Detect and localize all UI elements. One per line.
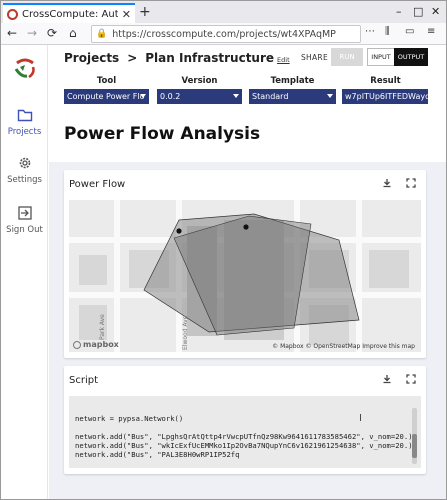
code-line: network.add("Bus", "PAL3E8H0wRP1IP52fq bbox=[75, 450, 240, 459]
result-select[interactable]: w7pITUp6ITFEDWayq bbox=[342, 89, 428, 104]
reload-icon[interactable]: ⟳ bbox=[47, 26, 57, 40]
crosscompute-favicon bbox=[7, 8, 18, 20]
new-tab-icon[interactable]: + bbox=[139, 4, 151, 20]
template-select-value: Standard bbox=[252, 92, 289, 101]
share-button[interactable]: SHARE bbox=[301, 53, 328, 62]
scrollbar-thumb[interactable] bbox=[412, 434, 417, 458]
fullscreen-icon[interactable] bbox=[406, 374, 416, 384]
sidebar: Projects Settings Sign Out bbox=[1, 45, 48, 499]
close-window-icon[interactable]: ✕ bbox=[431, 5, 440, 18]
tab-close-icon[interactable]: ✕ bbox=[122, 8, 131, 21]
page-title: Power Flow Analysis bbox=[64, 124, 261, 144]
edit-link[interactable]: Edit bbox=[277, 56, 290, 64]
forward-icon[interactable]: → bbox=[27, 26, 37, 40]
sidebar-item-settings[interactable]: Settings bbox=[1, 155, 48, 185]
mapbox-logo-text: mapbox bbox=[83, 340, 119, 349]
scrollbar[interactable] bbox=[412, 408, 417, 464]
download-icon[interactable] bbox=[382, 374, 392, 384]
text-cursor-icon: I bbox=[359, 413, 362, 424]
sidebar-toggle-icon[interactable]: ▭ bbox=[405, 26, 414, 37]
menu-icon[interactable]: ≡ bbox=[427, 26, 435, 37]
version-select-value: 0.0.2 bbox=[160, 92, 181, 101]
nav-bar: ← → ⟳ ⌂ 🔒 https://crosscompute.com/proje… bbox=[1, 23, 446, 45]
version-label: Version bbox=[181, 76, 218, 86]
chevron-down-icon bbox=[327, 94, 333, 98]
output-button[interactable]: OUTPUT bbox=[394, 48, 428, 66]
tool-select-value: Compute Power Flo bbox=[67, 92, 145, 101]
breadcrumb-projects[interactable]: Projects bbox=[64, 51, 119, 65]
result-select-value: w7pITUp6ITFEDWayq bbox=[345, 92, 428, 101]
sidebar-item-label: Settings bbox=[7, 175, 42, 185]
main-content: Projects > Plan Infrastructure Edit SHARE R… bbox=[49, 45, 446, 499]
sidebar-item-label: Projects bbox=[7, 127, 42, 137]
download-icon[interactable] bbox=[382, 178, 392, 188]
tool-label: Tool bbox=[96, 76, 117, 86]
sidebar-item-projects[interactable]: Projects bbox=[1, 107, 48, 137]
page-header: Projects > Plan Infrastructure Edit SHARE R… bbox=[49, 45, 446, 162]
code-line: network.add("Bus", "LpghsQrAtQttp4rVwcpU… bbox=[75, 432, 413, 441]
more-icon[interactable]: ⋯ bbox=[365, 26, 375, 37]
breadcrumb-current: Plan Infrastructure bbox=[145, 51, 275, 65]
code-line: network.add("Bus", "wkIcExfUcEMMko1Ip2Ov… bbox=[75, 441, 413, 450]
power-flow-map[interactable]: Park Ave Elwood Ave mapbox © Mapbox © Op… bbox=[69, 200, 421, 352]
address-bar[interactable]: 🔒 https://crosscompute.com/projects/wt4X… bbox=[91, 25, 361, 43]
sidebar-item-label: Sign Out bbox=[6, 225, 43, 235]
back-icon[interactable]: ← bbox=[7, 26, 17, 40]
gear-icon bbox=[19, 157, 30, 169]
template-label: Template bbox=[270, 76, 315, 86]
code-line: network = pypsa.Network() bbox=[75, 414, 184, 423]
input-button[interactable]: INPUT bbox=[367, 48, 395, 66]
chevron-down-icon bbox=[140, 94, 146, 98]
script-card: Script network = pypsa.Network() network… bbox=[64, 366, 426, 474]
tool-select[interactable]: Compute Power Flo bbox=[64, 89, 149, 104]
card-title: Power Flow bbox=[69, 179, 126, 190]
tab-bar: CrossCompute: Automat ✕ + – □ ✕ bbox=[1, 1, 446, 23]
browser-window: CrossCompute: Automat ✕ + – □ ✕ ← → ⟳ ⌂ … bbox=[0, 0, 447, 500]
folder-icon bbox=[17, 109, 32, 122]
breadcrumb: Projects > Plan Infrastructure Edit bbox=[64, 51, 290, 65]
fullscreen-icon[interactable] bbox=[406, 178, 416, 188]
result-label: Result bbox=[370, 76, 401, 86]
mapbox-logo[interactable]: mapbox bbox=[73, 340, 119, 349]
sign-out-icon bbox=[17, 206, 32, 220]
lock-icon: 🔒 bbox=[96, 29, 108, 39]
sidebar-item-sign-out[interactable]: Sign Out bbox=[1, 205, 48, 235]
chevron-down-icon bbox=[233, 94, 239, 98]
breadcrumb-separator: > bbox=[127, 51, 138, 65]
home-icon[interactable]: ⌂ bbox=[69, 26, 77, 40]
power-flow-card: Power Flow Park Ave Elwood Ave mapbox © … bbox=[64, 170, 426, 358]
street-label-elwood-ave: Elwood Ave bbox=[182, 315, 189, 350]
version-select[interactable]: 0.0.2 bbox=[157, 89, 242, 104]
street-label-park-ave: Park Ave bbox=[99, 314, 106, 340]
map-credits[interactable]: © Mapbox © OpenStreetMap Improve this ma… bbox=[272, 343, 415, 350]
mapbox-icon bbox=[73, 340, 81, 349]
url-text: https://crosscompute.com/projects/wt4XPA… bbox=[112, 28, 336, 40]
browser-tab[interactable]: CrossCompute: Automat ✕ bbox=[3, 3, 135, 23]
crosscompute-logo bbox=[14, 58, 35, 79]
template-select[interactable]: Standard bbox=[249, 89, 336, 104]
map-canvas: Park Ave Elwood Ave bbox=[69, 200, 421, 352]
minimize-icon[interactable]: – bbox=[396, 5, 402, 18]
library-icon[interactable]: ⫼ bbox=[385, 26, 390, 37]
run-button[interactable]: RUN bbox=[331, 48, 363, 66]
card-title: Script bbox=[69, 375, 99, 386]
script-code-view[interactable]: network = pypsa.Network() network.add("B… bbox=[69, 396, 421, 468]
tab-title: CrossCompute: Automat bbox=[22, 8, 118, 20]
maximize-icon[interactable]: □ bbox=[413, 5, 423, 18]
